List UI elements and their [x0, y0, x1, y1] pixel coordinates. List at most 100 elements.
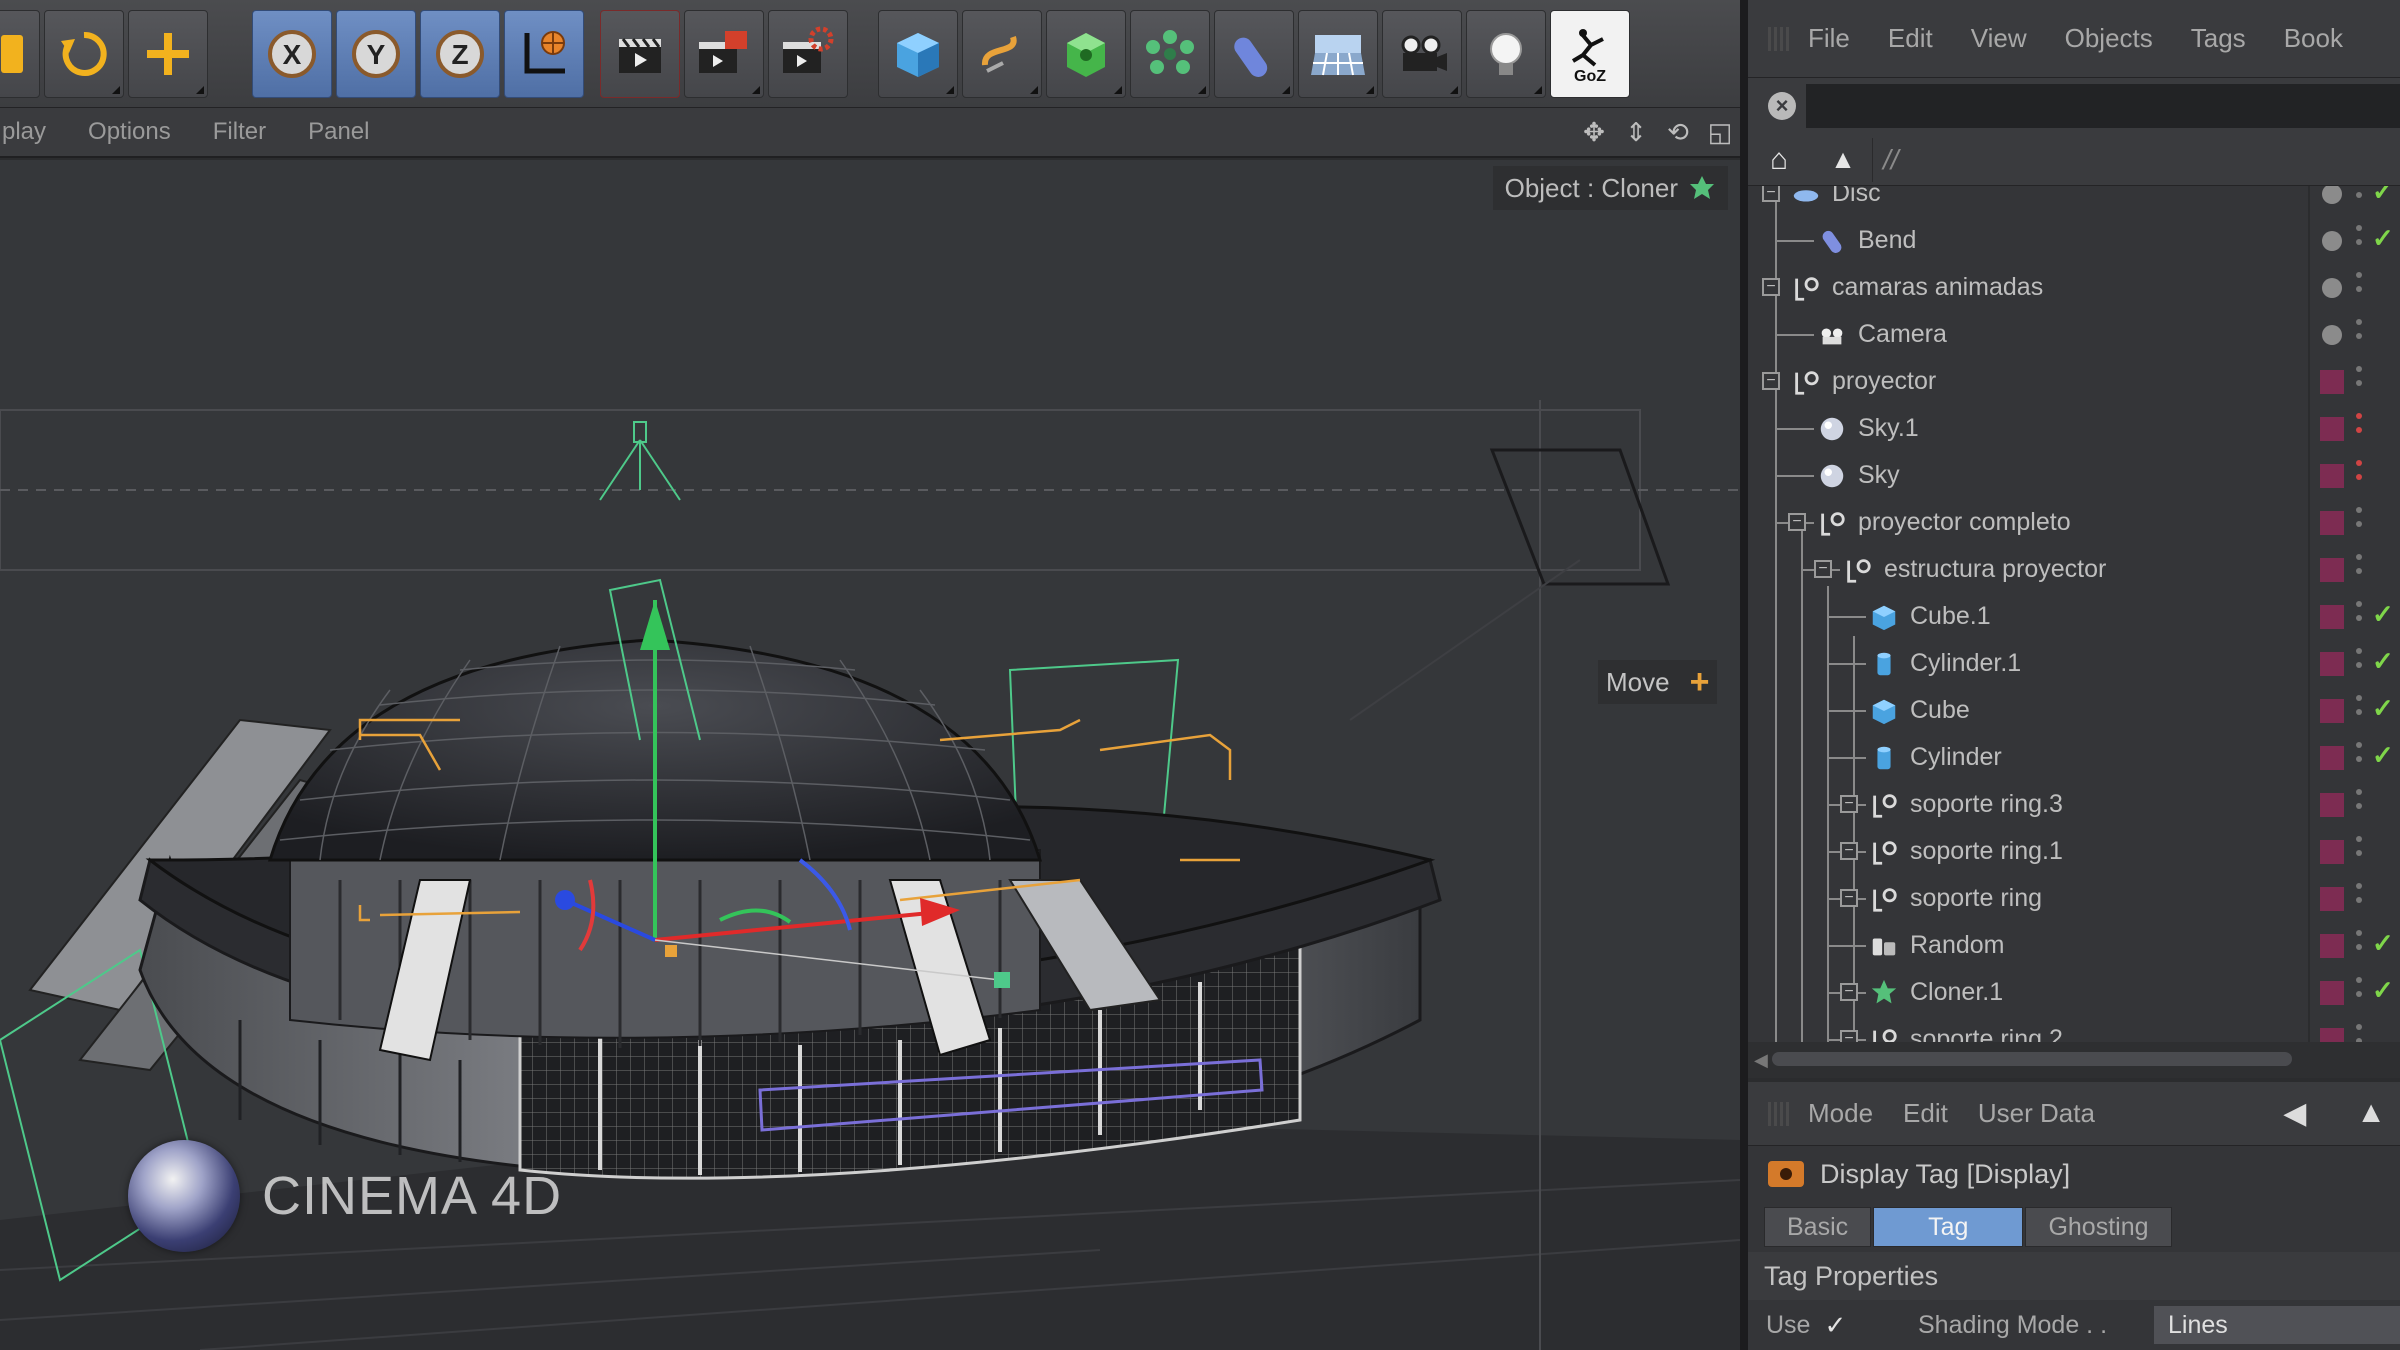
visibility-toggle[interactable] [2356, 225, 2364, 255]
object-name[interactable]: Sky.1 [1858, 414, 1919, 443]
expand-toggle-icon[interactable]: − [1840, 983, 1858, 1001]
visibility-toggle[interactable] [2356, 507, 2364, 537]
panel-separator[interactable] [1740, 0, 1748, 1350]
dolly-icon[interactable]: ⇕ [1622, 117, 1650, 147]
object-row[interactable]: − soporte ring [1748, 875, 2400, 922]
visibility-toggle[interactable] [2356, 789, 2364, 819]
tab-basic[interactable]: Basic [1764, 1207, 1872, 1247]
enabled-check-icon[interactable]: ✓ [2372, 975, 2394, 1006]
visibility-toggle[interactable] [2356, 272, 2364, 302]
visibility-toggle[interactable] [2356, 930, 2364, 960]
visibility-toggle[interactable] [2356, 413, 2364, 443]
x-axis-lock-icon[interactable]: X [252, 10, 332, 98]
layer-dot[interactable] [2322, 231, 2342, 251]
layer-color-swatch[interactable] [2320, 1028, 2344, 1042]
deformer-bend-icon[interactable] [1214, 10, 1294, 98]
object-row[interactable]: − soporte ring.1 [1748, 828, 2400, 875]
scroll-thumb[interactable] [1772, 1052, 2292, 1066]
om-menu-objects[interactable]: Objects [2065, 23, 2153, 54]
object-name[interactable]: Cloner.1 [1910, 978, 2003, 1007]
render-view-icon[interactable] [600, 10, 680, 98]
object-row[interactable]: Camera [1748, 311, 2400, 358]
object-row[interactable]: Cube.1 ✓ [1748, 593, 2400, 640]
expand-toggle-icon[interactable]: − [1762, 186, 1780, 202]
attr-menu-edit[interactable]: Edit [1903, 1098, 1948, 1129]
object-name[interactable]: soporte ring.1 [1910, 837, 2063, 866]
nurbs-icon[interactable] [1046, 10, 1126, 98]
object-name[interactable]: camaras animadas [1832, 273, 2043, 302]
mograph-cloner-icon[interactable] [1130, 10, 1210, 98]
panel-grip-icon[interactable] [1768, 26, 1792, 51]
scroll-left-icon[interactable]: ◀ [1754, 1050, 1768, 1071]
object-name[interactable]: Cube.1 [1910, 602, 1991, 631]
object-row[interactable]: Cylinder.1 ✓ [1748, 640, 2400, 687]
3d-viewport[interactable]: Object : Cloner Move + CINEMA 4D [0, 160, 1740, 1350]
om-menu-bookmarks[interactable]: Book [2284, 23, 2343, 54]
layer-color-swatch[interactable] [2320, 746, 2344, 770]
object-name[interactable]: soporte ring.2 [1910, 1025, 2063, 1042]
om-menu-view[interactable]: View [1971, 23, 2027, 54]
layer-color-swatch[interactable] [2320, 887, 2344, 911]
object-row[interactable]: − proyector completo [1748, 499, 2400, 546]
om-menu-edit[interactable]: Edit [1888, 23, 1933, 54]
object-name[interactable]: Random [1910, 931, 2005, 960]
enabled-check-icon[interactable]: ✓ [2372, 646, 2394, 677]
layer-dot[interactable] [2322, 278, 2342, 298]
spline-pen-icon[interactable] [962, 10, 1042, 98]
object-manager-horizontal-scrollbar[interactable]: ◀ [1748, 1042, 2400, 1078]
use-checkbox[interactable]: ✓ [1824, 1310, 1846, 1341]
pan-icon[interactable]: ✥ [1580, 117, 1608, 147]
enabled-check-icon[interactable]: ✓ [2372, 928, 2394, 959]
visibility-toggle[interactable] [2356, 648, 2364, 678]
layer-color-swatch[interactable] [2320, 840, 2344, 864]
light-icon[interactable] [1466, 10, 1546, 98]
move-plus-icon[interactable] [128, 10, 208, 98]
goz-icon[interactable]: GoZ [1550, 10, 1630, 98]
expand-toggle-icon[interactable]: − [1840, 1030, 1858, 1042]
enabled-check-icon[interactable]: ✓ [2372, 599, 2394, 630]
layer-color-swatch[interactable] [2320, 652, 2344, 676]
object-name[interactable]: Cylinder.1 [1910, 649, 2021, 678]
layer-color-swatch[interactable] [2320, 793, 2344, 817]
object-name[interactable]: Cube [1910, 696, 1970, 725]
visibility-toggle[interactable] [2356, 836, 2364, 866]
expand-toggle-icon[interactable]: − [1762, 372, 1780, 390]
render-picture-viewer-icon[interactable] [684, 10, 764, 98]
object-row[interactable]: − camaras animadas [1748, 264, 2400, 311]
visibility-toggle[interactable] [2356, 601, 2364, 631]
visibility-toggle[interactable] [2356, 554, 2364, 584]
enabled-check-icon[interactable]: ✓ [2372, 223, 2394, 254]
expand-toggle-icon[interactable]: − [1788, 513, 1806, 531]
visibility-toggle[interactable] [2356, 977, 2364, 1007]
visibility-toggle[interactable] [2356, 883, 2364, 913]
object-row[interactable]: − soporte ring.2 [1748, 1016, 2400, 1042]
object-row[interactable]: Cube ✓ [1748, 687, 2400, 734]
object-path[interactable]: // [1872, 138, 2400, 182]
world-coordinate-icon[interactable] [504, 10, 584, 98]
enabled-check-icon[interactable]: ✓ [2372, 693, 2394, 724]
model-tool-icon[interactable] [0, 10, 40, 98]
scene-floor-icon[interactable] [1298, 10, 1378, 98]
viewport-menu-filter[interactable]: Filter [213, 118, 266, 146]
object-name[interactable]: Sky [1858, 461, 1900, 490]
z-axis-lock-icon[interactable]: Z [420, 10, 500, 98]
viewport-menu-display[interactable]: play [2, 118, 46, 146]
viewport-menu-options[interactable]: Options [88, 118, 171, 146]
object-search-input[interactable] [1806, 84, 2400, 128]
cube-object-icon[interactable] [878, 10, 958, 98]
maximize-view-icon[interactable]: ◱ [1706, 117, 1734, 147]
object-row[interactable]: Random ✓ [1748, 922, 2400, 969]
object-name[interactable]: Disc [1832, 186, 1881, 208]
render-settings-icon[interactable] [768, 10, 848, 98]
object-row[interactable]: − estructura proyector [1748, 546, 2400, 593]
up-arrow-icon[interactable]: ▲ [2356, 1096, 2386, 1131]
object-row[interactable]: Cylinder ✓ [1748, 734, 2400, 781]
expand-toggle-icon[interactable]: − [1840, 842, 1858, 860]
layer-color-swatch[interactable] [2320, 417, 2344, 441]
enabled-check-icon[interactable]: ✓ [2372, 186, 2394, 207]
layer-dot[interactable] [2322, 186, 2342, 204]
object-row[interactable]: − Cloner.1 ✓ [1748, 969, 2400, 1016]
visibility-toggle[interactable] [2356, 742, 2364, 772]
visibility-toggle[interactable] [2356, 366, 2364, 396]
parent-level-icon[interactable]: ▲ [1830, 144, 1856, 175]
